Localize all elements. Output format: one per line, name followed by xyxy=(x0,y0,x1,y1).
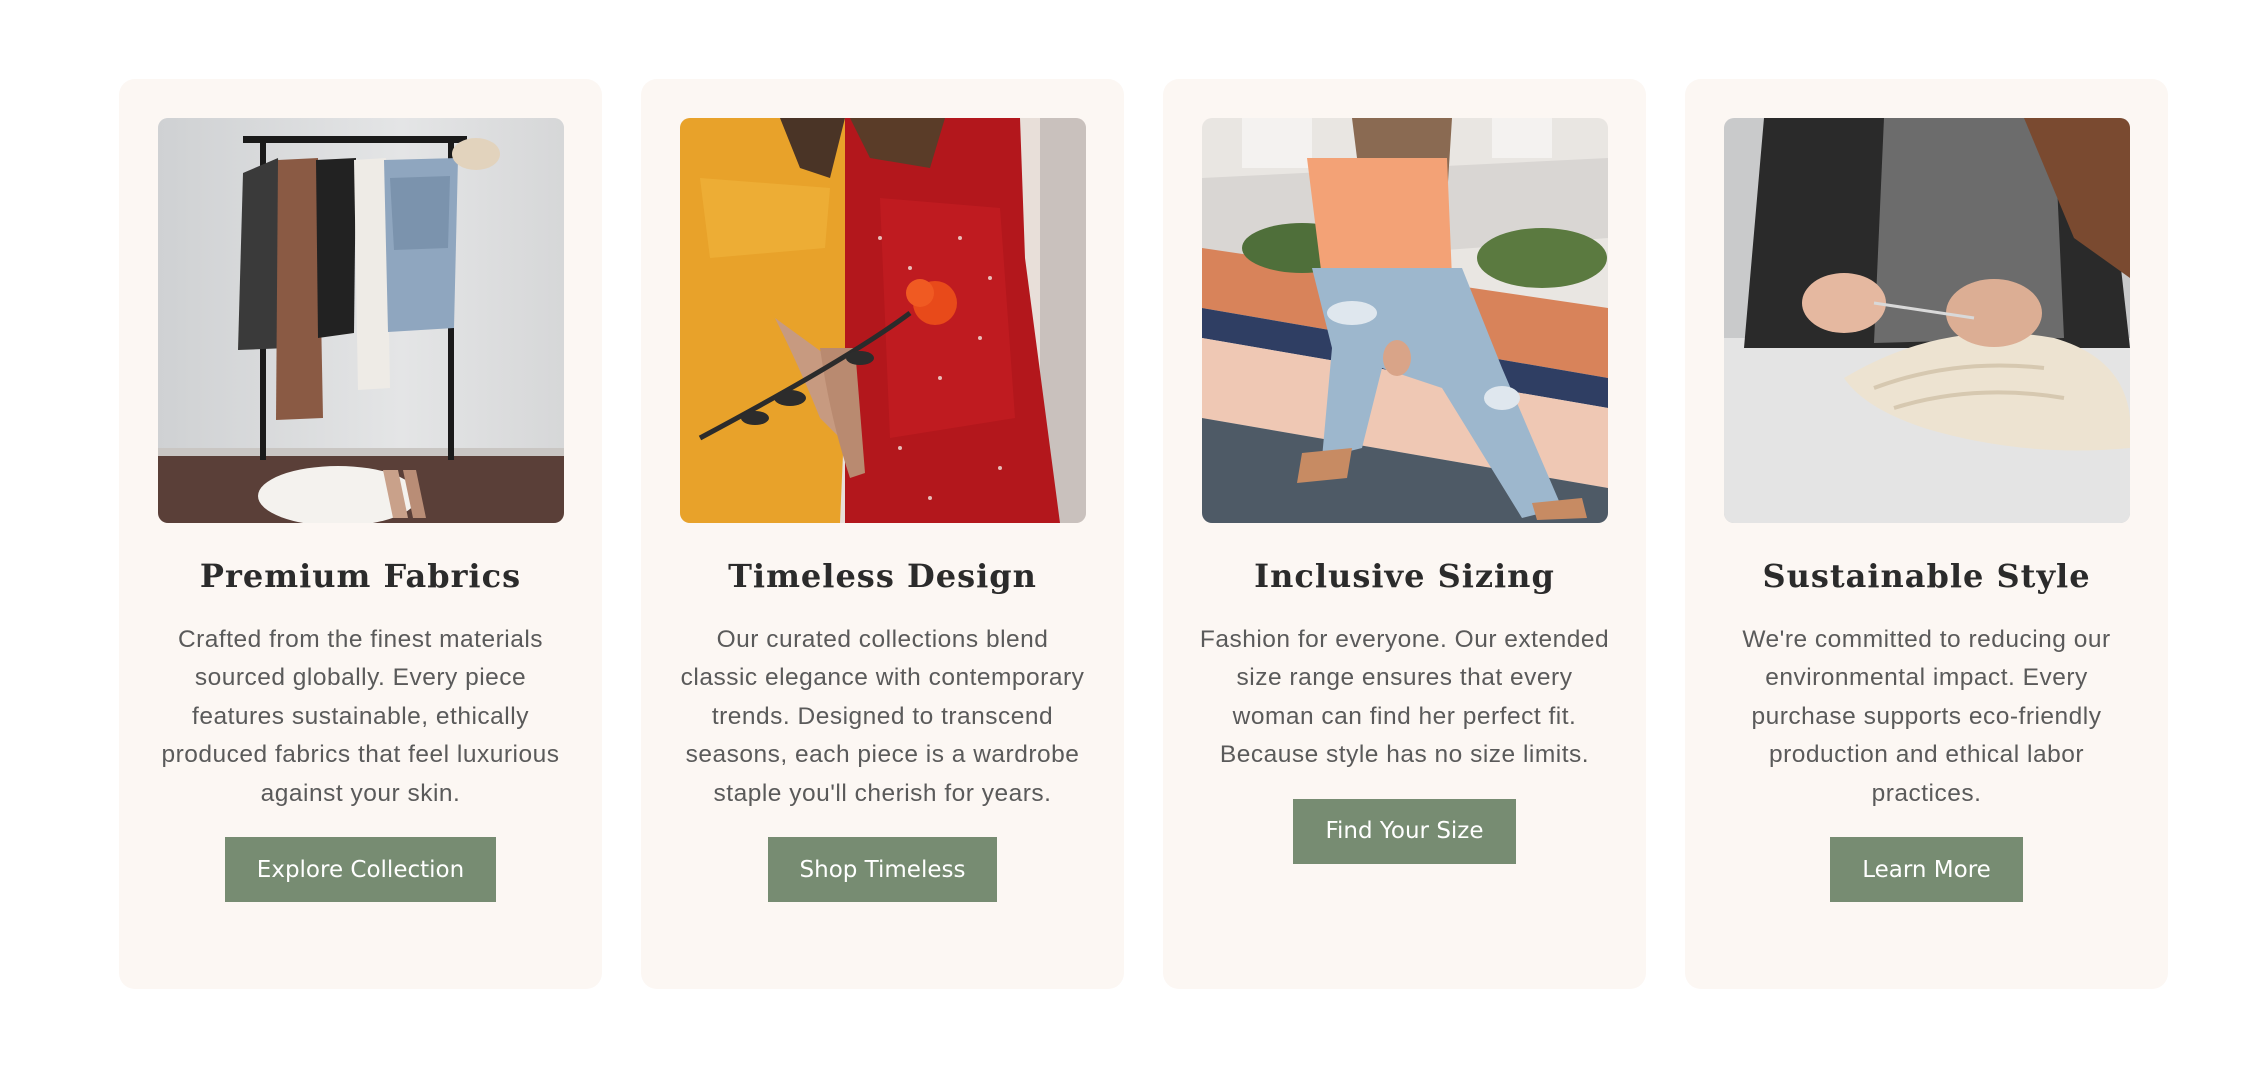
card-title: Sustainable Style xyxy=(1762,557,2091,595)
shop-timeless-button[interactable]: Shop Timeless xyxy=(767,837,998,903)
knitting-photo xyxy=(1723,118,2130,523)
feature-card-timeless-design: Timeless Design Our curated collections … xyxy=(641,79,1124,989)
card-description: We're committed to reducing our environm… xyxy=(1742,626,2111,807)
feature-card-inclusive-sizing: Inclusive Sizing Fashion for everyone. O… xyxy=(1163,79,1646,989)
card-description: Fashion for everyone. Our extended size … xyxy=(1199,626,1610,769)
card-title: Premium Fabrics xyxy=(199,557,522,595)
card-description: Our curated collections blend classic el… xyxy=(680,626,1085,807)
card-title: Inclusive Sizing xyxy=(1254,557,1555,595)
card-title: Timeless Design xyxy=(728,557,1037,595)
woman-in-jeans-photo xyxy=(1201,118,1608,523)
feature-card-premium-fabrics: Premium Fabrics Crafted from the finest … xyxy=(119,79,602,989)
feature-card-sustainable-style: Sustainable Style We're committed to red… xyxy=(1685,79,2168,989)
explore-collection-button[interactable]: Explore Collection xyxy=(224,837,497,903)
dresses-photo xyxy=(679,118,1086,523)
clothing-rack-photo xyxy=(157,118,564,523)
feature-cards-grid: Premium Fabrics Crafted from the finest … xyxy=(119,79,2168,989)
find-your-size-button[interactable]: Find Your Size xyxy=(1293,798,1516,864)
learn-more-button[interactable]: Learn More xyxy=(1830,837,2023,903)
card-description: Crafted from the finest materials source… xyxy=(161,626,560,807)
